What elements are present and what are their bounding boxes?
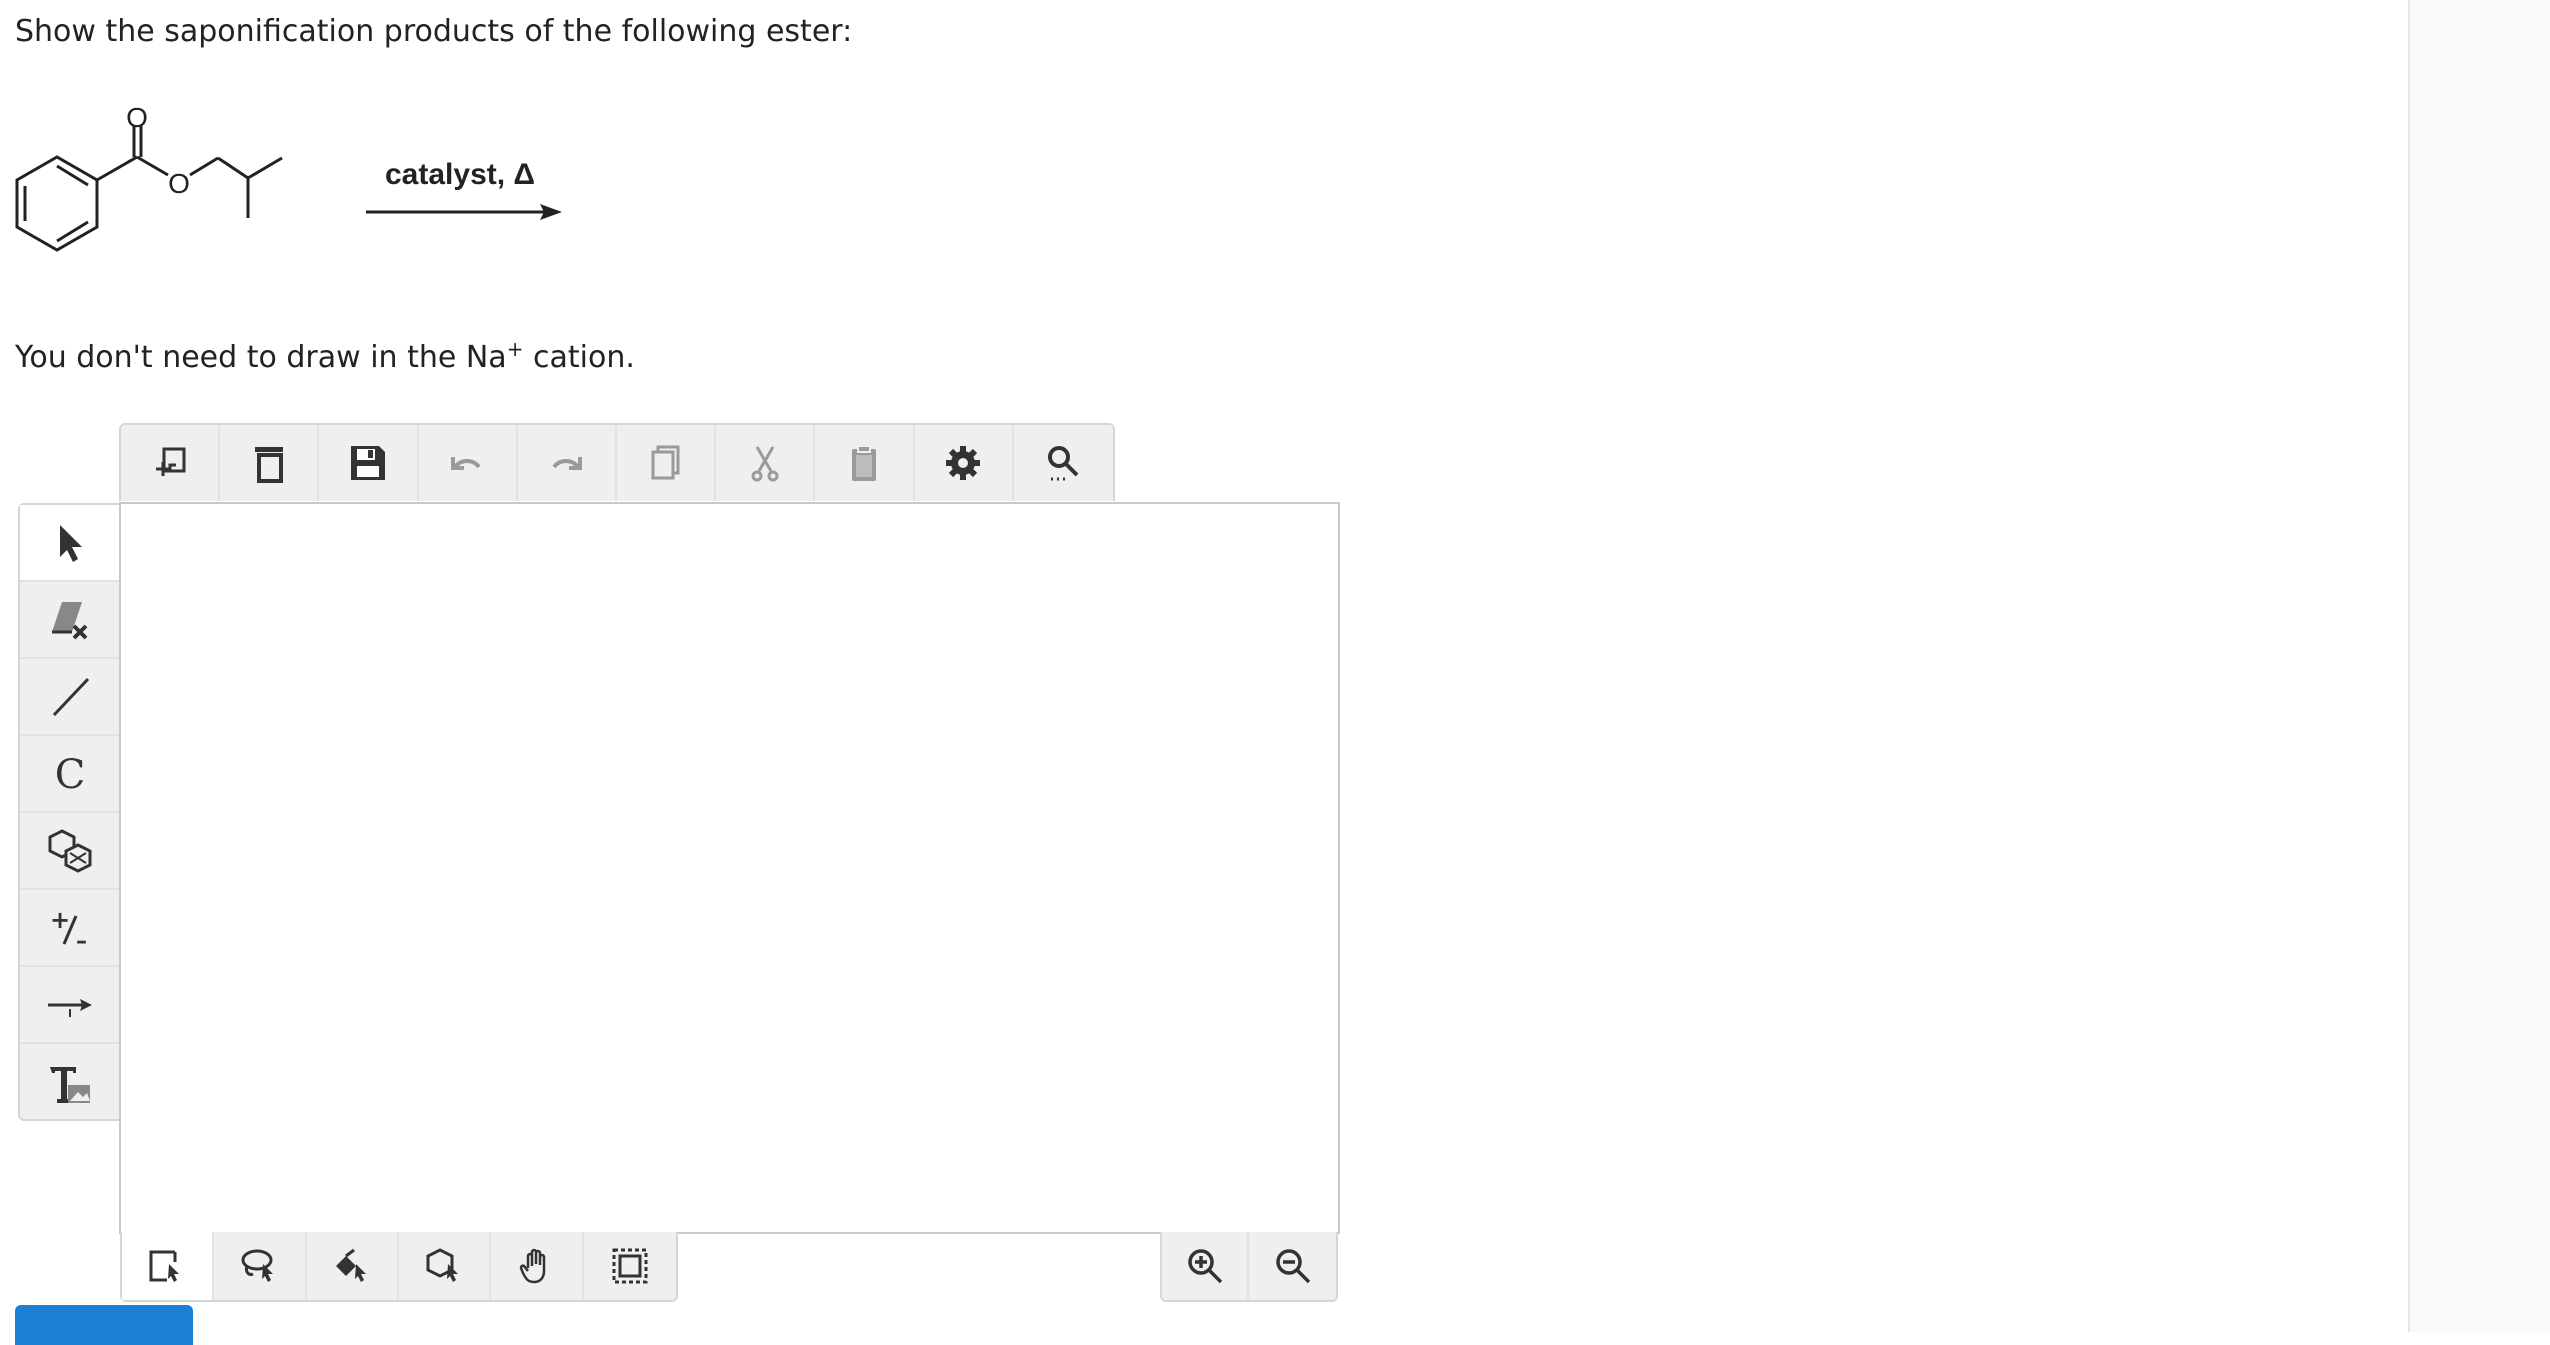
text-icon <box>49 1066 90 1103</box>
pan-hand-button[interactable] <box>491 1232 584 1300</box>
new-button[interactable] <box>121 425 221 501</box>
bond-tool-button[interactable] <box>20 659 119 736</box>
zoom-out-icon <box>1275 1249 1310 1284</box>
lasso-select-icon <box>241 1249 274 1282</box>
ring-select-icon <box>426 1248 459 1282</box>
reaction-conditions: catalyst, Δ <box>385 158 535 191</box>
reaction-arrow <box>366 204 562 220</box>
cut-button[interactable] <box>716 425 816 501</box>
reaction-arrow-icon <box>47 998 92 1017</box>
charge-plus-label: + <box>50 906 70 934</box>
question-prompt: Show the saponification products of the … <box>15 14 853 49</box>
zoom-out-button[interactable] <box>1249 1232 1336 1300</box>
undo-button[interactable] <box>419 425 518 501</box>
editor-left-toolbar: C + – <box>18 503 119 1121</box>
eraser-icon <box>51 601 87 639</box>
text-tool-button[interactable] <box>20 1044 119 1121</box>
save-icon <box>351 446 385 480</box>
copy-button[interactable] <box>617 425 717 501</box>
ester-structure <box>15 125 283 252</box>
rectangle-select-icon <box>149 1250 180 1282</box>
editor-bottom-toolbar <box>120 1232 678 1302</box>
clear-icon <box>254 447 283 483</box>
redo-icon <box>552 457 583 470</box>
fit-selection-icon <box>612 1248 648 1284</box>
carbonyl-oxygen-label: O <box>126 102 148 133</box>
new-icon <box>155 447 186 476</box>
ring-template-icon <box>48 828 91 873</box>
atom-icon: C <box>54 752 85 798</box>
atom-label: C <box>54 752 85 798</box>
fragment-select-button[interactable] <box>307 1232 399 1300</box>
clear-button[interactable] <box>220 425 320 501</box>
paste-button[interactable] <box>815 425 915 501</box>
select-tool-button[interactable] <box>20 505 119 582</box>
submit-button[interactable] <box>15 1305 193 1345</box>
drawing-canvas[interactable] <box>119 502 1340 1234</box>
note-suffix: cation. <box>523 340 635 375</box>
question-note: You don't need to draw in the Na+ cation… <box>15 337 635 375</box>
zoom-in-icon <box>1187 1249 1222 1284</box>
zoom-in-button[interactable] <box>1162 1232 1250 1300</box>
ring-template-tool-button[interactable] <box>20 813 119 890</box>
paste-icon <box>852 445 877 481</box>
editor-zoom-toolbar <box>1160 1232 1338 1302</box>
settings-icon <box>946 446 981 480</box>
rectangle-select-button[interactable] <box>122 1232 215 1300</box>
copy-icon <box>651 445 680 480</box>
lasso-select-button[interactable] <box>214 1232 307 1300</box>
ester-oxygen-label: O <box>168 168 190 199</box>
atom-tool-button[interactable]: C <box>20 736 119 813</box>
select-arrow-icon <box>59 524 82 562</box>
undo-icon <box>451 457 481 470</box>
settings-button[interactable] <box>915 425 1014 501</box>
eraser-tool-button[interactable] <box>20 582 119 659</box>
pan-hand-icon <box>520 1248 546 1284</box>
charge-minus-label: – <box>76 929 87 954</box>
redo-button[interactable] <box>518 425 618 501</box>
reaction-scheme: O O catalyst, Δ <box>15 102 562 252</box>
save-button[interactable] <box>319 425 419 501</box>
right-side-panel <box>2408 0 2550 1332</box>
cut-icon <box>751 446 779 482</box>
charge-icon: + – <box>50 906 87 954</box>
editor-top-toolbar <box>119 423 1115 501</box>
bond-icon <box>52 677 89 716</box>
charge-tool-button[interactable]: + – <box>20 890 119 967</box>
search-button[interactable] <box>1014 425 1113 501</box>
search-icon <box>1048 446 1079 481</box>
ring-select-button[interactable] <box>399 1232 492 1300</box>
note-prefix: You don't need to draw in the Na <box>15 340 507 375</box>
reaction-arrow-tool-button[interactable] <box>20 967 119 1044</box>
note-superscript: + <box>506 337 524 361</box>
fit-selection-button[interactable] <box>584 1232 676 1300</box>
fragment-select-icon <box>335 1248 366 1282</box>
